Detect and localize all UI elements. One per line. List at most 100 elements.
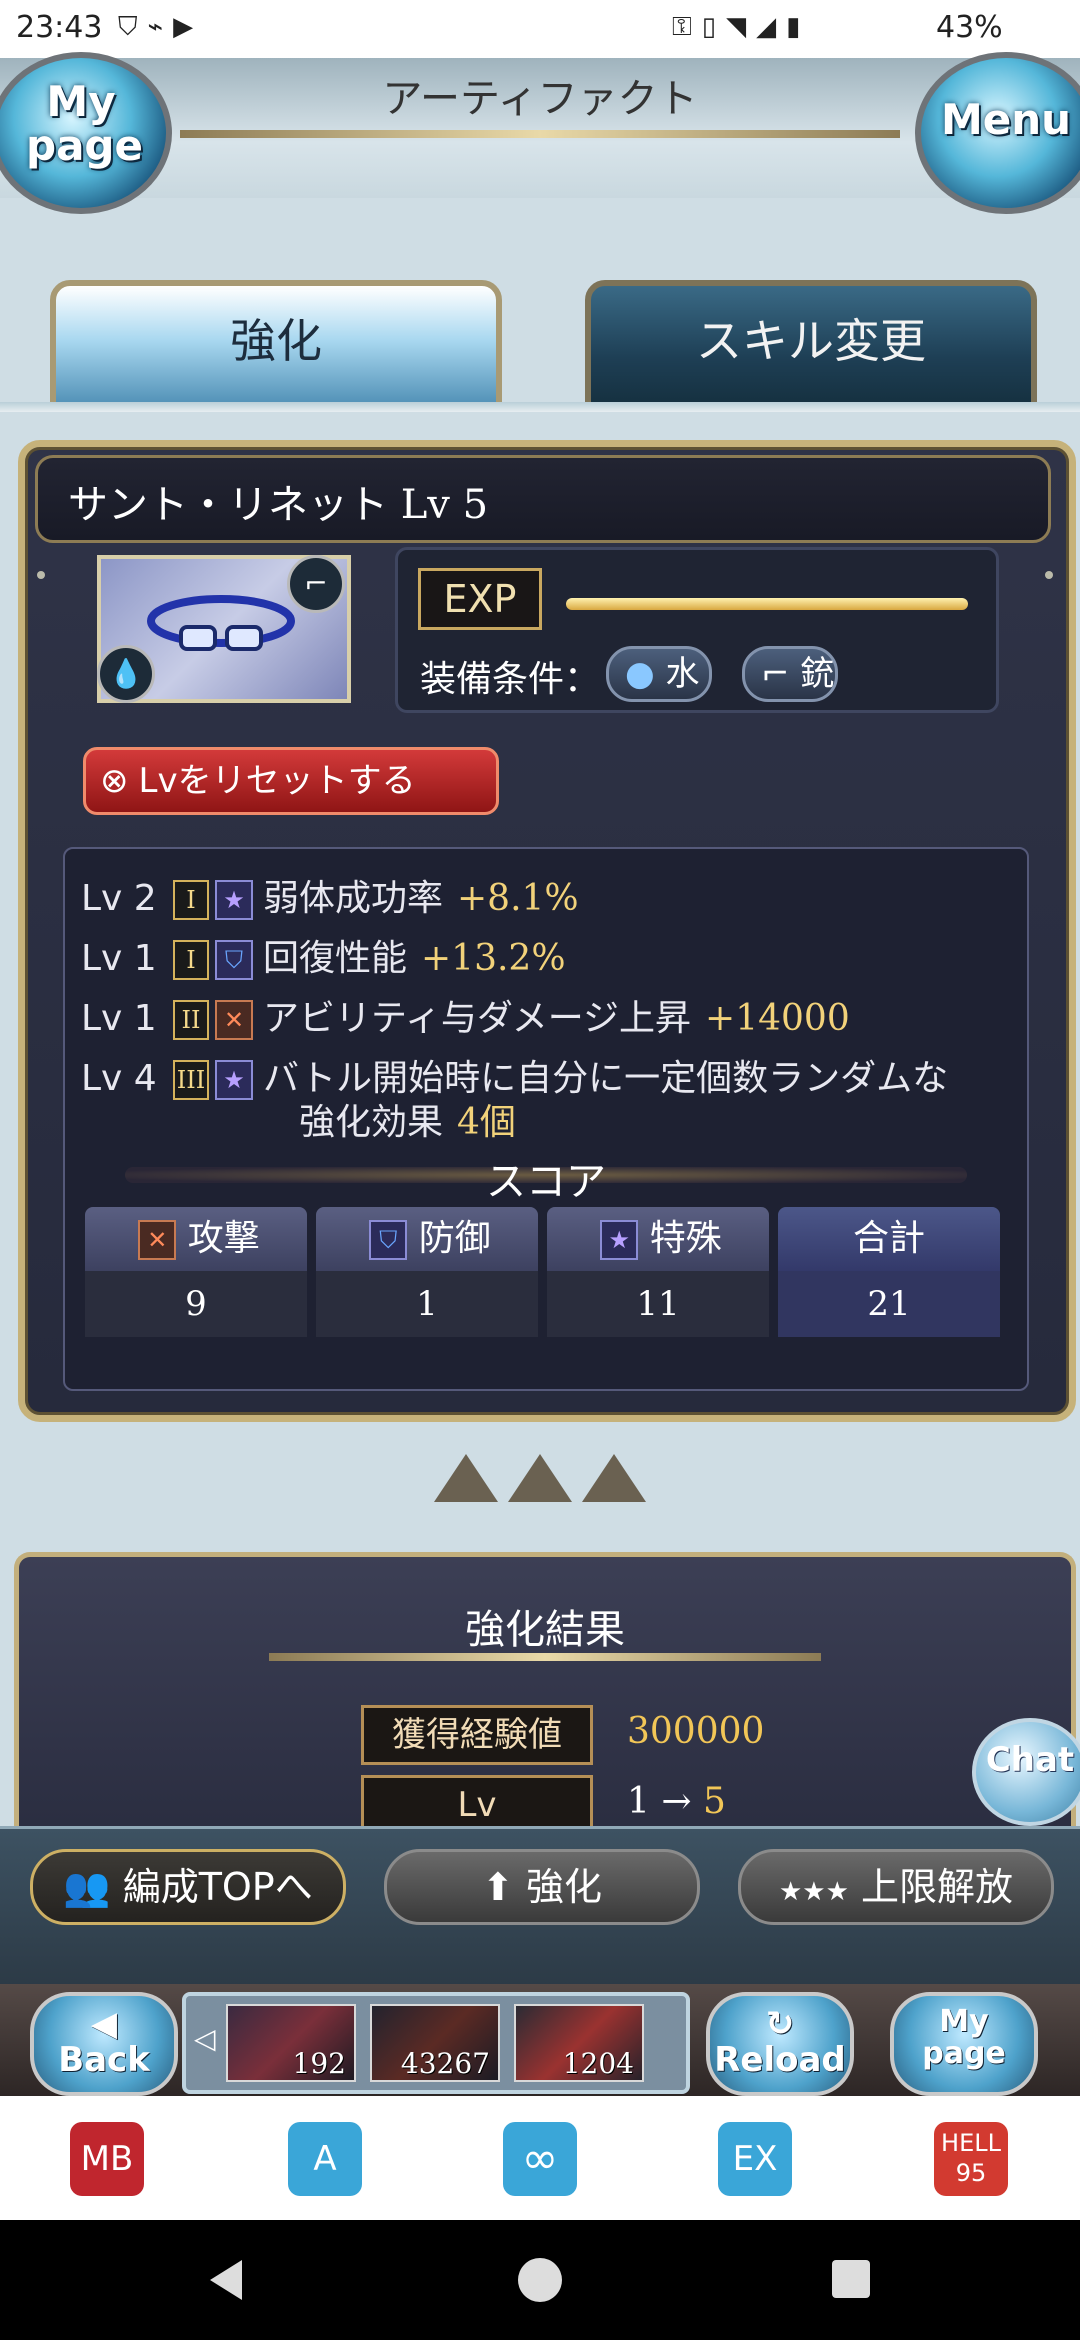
chat-button[interactable]: Chat bbox=[972, 1718, 1080, 1826]
ext-ex-button[interactable]: EX bbox=[718, 2122, 792, 2196]
skill-name: 弱体成功率 bbox=[263, 878, 444, 919]
party-icon: 👥 bbox=[63, 1865, 111, 1909]
up-arrow-icon bbox=[582, 1454, 646, 1502]
vibrate-icon: ▯ bbox=[701, 12, 727, 42]
back-label: Back bbox=[58, 2040, 150, 2080]
skill-row: Lv 1 I ⛉ 回復性能 +13.2% bbox=[81, 929, 566, 981]
item-slot[interactable]: 1204 bbox=[514, 2004, 644, 2082]
artifact-thumbnail[interactable]: 💧 ⌐ bbox=[97, 555, 351, 703]
tab-divider bbox=[0, 402, 1080, 412]
action-bar: 👥 編成TOPへ ⬆ 強化 ★★★ 上限解放 bbox=[0, 1826, 1080, 1987]
ext-mb-button[interactable]: MB bbox=[70, 2122, 144, 2196]
special-star-icon: ★ bbox=[215, 1060, 253, 1100]
water-icon: ● bbox=[625, 654, 655, 694]
uncap-label: 上限解放 bbox=[861, 1865, 1014, 1909]
app-icon: ⌁ bbox=[147, 12, 174, 42]
element-pill: ● 水 bbox=[606, 646, 712, 702]
ext-hell-button[interactable]: HELL 95 bbox=[934, 2122, 1008, 2196]
recents-square-icon[interactable] bbox=[832, 2260, 870, 2298]
key-icon: ⚿ bbox=[672, 12, 702, 42]
score-attack: ✕ 攻撃 9 bbox=[85, 1207, 307, 1337]
result-title: 強化結果 bbox=[465, 1607, 625, 1653]
water-element-icon: 💧 bbox=[97, 645, 155, 703]
score-special: ★ 特殊 11 bbox=[547, 1207, 769, 1337]
item-slot[interactable]: 192 bbox=[226, 2004, 356, 2082]
tab-enhance[interactable]: 強化 bbox=[50, 280, 502, 412]
item-count: 192 bbox=[292, 2047, 346, 2080]
youtube-icon: ▶ bbox=[173, 12, 204, 42]
panel-rivet bbox=[37, 571, 45, 579]
reload-button[interactable]: ↻ Reload bbox=[706, 1992, 854, 2096]
skill-name: 回復性能 bbox=[263, 938, 408, 979]
back-arrow-icon: ◀ bbox=[90, 2004, 118, 2044]
up-arrow-icon bbox=[508, 1454, 572, 1502]
element-label: 水 bbox=[665, 654, 700, 694]
score-total: 合計 21 bbox=[778, 1207, 1000, 1337]
up-arrow-icon bbox=[434, 1454, 498, 1502]
ext-ex-label: EX bbox=[732, 2139, 778, 2179]
party-top-button[interactable]: 👥 編成TOPへ bbox=[30, 1849, 346, 1925]
skill-value: +13.2% bbox=[421, 938, 566, 979]
shield-icon: ⛉ bbox=[118, 12, 148, 42]
skill-level: Lv 1 bbox=[81, 938, 157, 979]
gun-weapon-icon: ⌐ bbox=[287, 555, 345, 613]
strip-left-arrow-icon[interactable]: ◁ bbox=[194, 2022, 216, 2055]
level-change: 1 → 5 bbox=[627, 1781, 726, 1822]
party-top-label: 編成TOPへ bbox=[122, 1865, 313, 1909]
skill-row: Lv 2 I ★ 弱体成功率 +8.1% bbox=[81, 869, 579, 921]
item-strip: ◁ 192 43267 1204 bbox=[182, 1992, 690, 2094]
wifi-icon: ◥ bbox=[726, 12, 757, 42]
ext-mb-label: MB bbox=[80, 2139, 134, 2179]
battery-icon: ▮ bbox=[786, 12, 811, 42]
ext-infinity-button[interactable]: ∞ bbox=[503, 2122, 577, 2196]
chat-label: Chat bbox=[985, 1740, 1075, 1780]
skill-tier: III bbox=[173, 1060, 209, 1100]
item-count: 1204 bbox=[562, 2047, 634, 2080]
ext-hell-label: HELL 95 bbox=[941, 2129, 1001, 2187]
skill-value: +14000 bbox=[705, 998, 850, 1039]
reset-level-label: Lvをリセットする bbox=[138, 761, 416, 801]
panel-rivet bbox=[1045, 571, 1053, 579]
skill-tier: I bbox=[173, 880, 209, 920]
page-title: アーティファクト bbox=[382, 76, 698, 122]
gained-exp-label: 獲得経験値 bbox=[361, 1705, 593, 1765]
goggles-icon bbox=[147, 595, 295, 651]
score-total-label: 合計 bbox=[778, 1207, 1000, 1271]
uncap-button[interactable]: ★★★ 上限解放 bbox=[738, 1849, 1054, 1925]
game-nav-bar: ◀ Back ◁ 192 43267 1204 ↻ Reload My page bbox=[0, 1984, 1080, 2096]
score-defense-value: 1 bbox=[316, 1271, 538, 1337]
tab-skill-change-label: スキル変更 bbox=[696, 314, 926, 368]
battery-percent: 43% bbox=[936, 10, 1003, 45]
skill-level: Lv 1 bbox=[81, 998, 157, 1039]
back-button[interactable]: ◀ Back bbox=[30, 1992, 178, 2096]
tab-skill-change[interactable]: スキル変更 bbox=[585, 280, 1037, 412]
mypage-nav-button[interactable]: My page bbox=[890, 1992, 1038, 2096]
system-navigation-bar bbox=[0, 2220, 1080, 2340]
score-defense-label: 防御 bbox=[418, 1218, 491, 1259]
result-panel: 強化結果 獲得経験値 300000 Lv 1 → 5 bbox=[14, 1552, 1076, 1837]
tab-enhance-label: 強化 bbox=[230, 314, 322, 368]
reset-level-button[interactable]: ⊗ Lvをリセットする bbox=[83, 747, 499, 815]
level-arrow: → bbox=[661, 1781, 692, 1822]
item-slot[interactable]: 43267 bbox=[370, 2004, 500, 2082]
mypage-nav-label: My page bbox=[922, 2004, 1006, 2071]
enhance-button[interactable]: ⬆ 強化 bbox=[384, 1849, 700, 1925]
enhance-label: 強化 bbox=[525, 1865, 602, 1909]
weapon-label: 銃 bbox=[800, 654, 835, 694]
defense-shield-icon: ⛉ bbox=[369, 1220, 408, 1260]
skill-level: Lv 2 bbox=[81, 878, 157, 919]
status-bar: 23:43 ⛉⌁▶ ⚿▯◥◢▮ 43% bbox=[0, 0, 1080, 58]
home-circle-icon[interactable] bbox=[518, 2258, 562, 2302]
back-triangle-icon[interactable] bbox=[210, 2260, 242, 2300]
skill-name-continued: 強化効果 bbox=[299, 1102, 444, 1143]
ext-a-button[interactable]: A bbox=[288, 2122, 362, 2196]
level-from: 1 bbox=[627, 1781, 650, 1822]
skill-level: Lv 4 bbox=[81, 1058, 157, 1099]
header-ornament bbox=[180, 130, 900, 138]
skill-value: +8.1% bbox=[457, 878, 579, 919]
menu-label: Menu bbox=[940, 95, 1072, 144]
close-circle-icon: ⊗ bbox=[100, 761, 129, 801]
ext-infinity-label: ∞ bbox=[521, 2133, 559, 2184]
score-attack-label: 攻撃 bbox=[187, 1218, 260, 1259]
skill-value: 4個 bbox=[457, 1102, 516, 1143]
